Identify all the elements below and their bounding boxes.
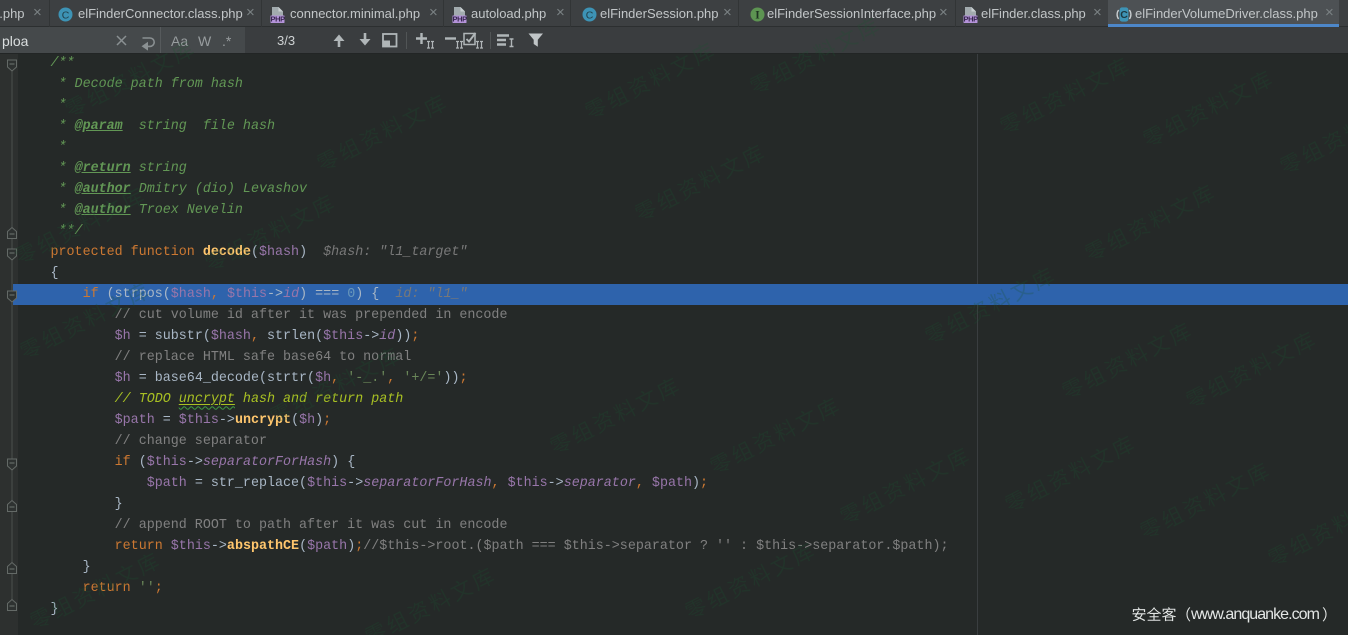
svg-text:www.anquanke.com: www.anquanke.com xyxy=(1190,606,1320,623)
